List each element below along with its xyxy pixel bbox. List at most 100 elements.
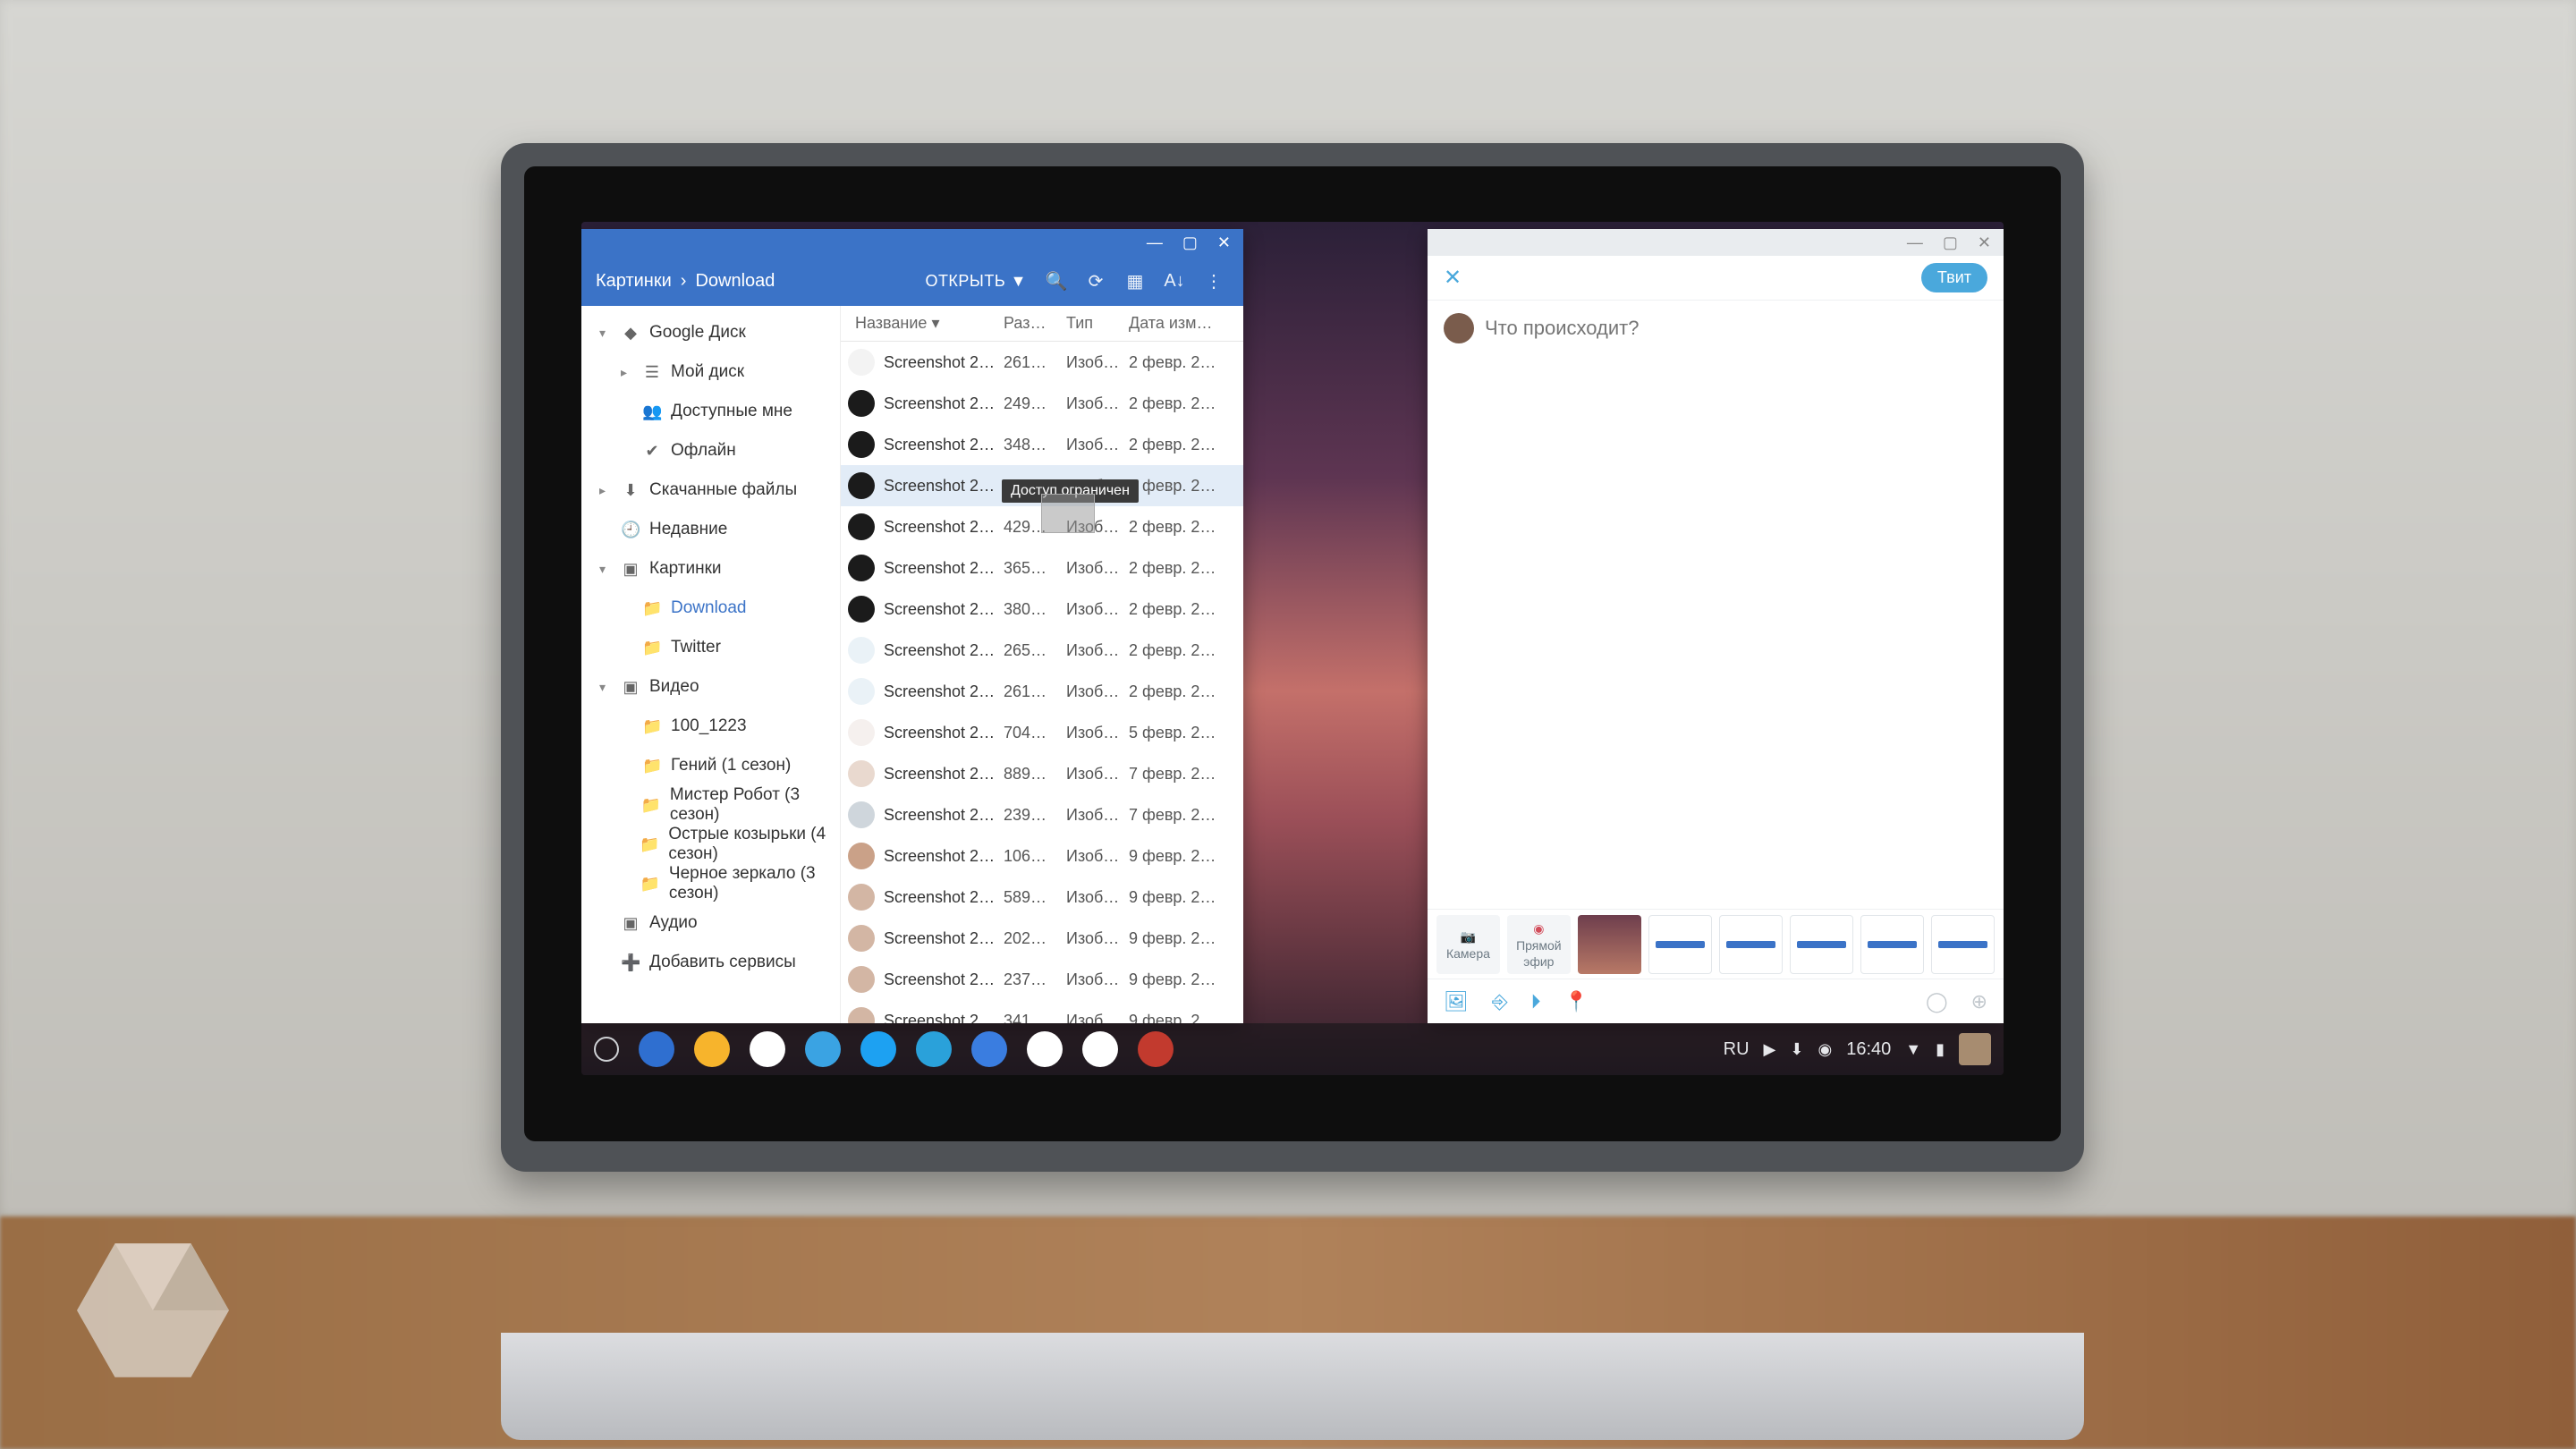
- files-app[interactable]: [639, 1031, 674, 1067]
- search-icon[interactable]: 🔍: [1041, 266, 1072, 296]
- play-tray-icon[interactable]: ▶: [1764, 1040, 1776, 1059]
- file-row[interactable]: Screenshot 2018-02…237…Изоб…9 февр. 2…: [841, 959, 1243, 1000]
- media-thumb[interactable]: [1578, 915, 1641, 974]
- live-cell[interactable]: ◉ Прямой эфир: [1507, 915, 1571, 974]
- sidebar-item[interactable]: 📁Download: [581, 589, 840, 628]
- user-avatar[interactable]: [1959, 1033, 1991, 1065]
- sidebar-item[interactable]: 📁Гений (1 сезон): [581, 746, 840, 785]
- close-button[interactable]: ✕: [1217, 233, 1231, 252]
- file-row[interactable]: Screenshot 2018-02…239…Изоб…7 февр. 2…: [841, 794, 1243, 835]
- system-tray[interactable]: RU ▶ ⬇ ◉ 16:40 ▼ ▮: [1724, 1033, 1991, 1065]
- location-icon[interactable]: 📍: [1564, 990, 1589, 1013]
- file-date: 2 февр. 2…: [1129, 353, 1236, 372]
- download-tray-icon[interactable]: ⬇: [1790, 1040, 1803, 1059]
- sidebar-item[interactable]: ▣Аудио: [581, 903, 840, 943]
- media-thumb[interactable]: [1931, 915, 1995, 974]
- sidebar-item-label: Twitter: [671, 638, 721, 657]
- sidebar-item[interactable]: 📁Черное зеркало (3 сезон): [581, 864, 840, 903]
- thumbnail: [848, 349, 875, 376]
- gif-icon[interactable]: ⎆: [1492, 990, 1508, 1013]
- col-name[interactable]: Название ▾: [848, 314, 1004, 333]
- keep-app[interactable]: [694, 1031, 730, 1067]
- media-thumb[interactable]: [1648, 915, 1712, 974]
- col-date[interactable]: Дата изм…: [1129, 314, 1236, 333]
- file-row[interactable]: Screenshot 2018-02…265…Изоб…2 февр. 2…: [841, 630, 1243, 671]
- sidebar-item[interactable]: 📁Twitter: [581, 628, 840, 667]
- sidebar-item[interactable]: ▾◆Google Диск: [581, 313, 840, 352]
- file-row[interactable]: Screenshot 2018-02…106…Изоб…9 февр. 2…: [841, 835, 1243, 877]
- sidebar-item[interactable]: 📁100_1223: [581, 707, 840, 746]
- file-row[interactable]: Screenshot 2018-02…341…Изоб…9 февр. 2…: [841, 1000, 1243, 1023]
- file-row[interactable]: Screenshot 2018-02…365…Изоб…2 февр. 2…: [841, 547, 1243, 589]
- file-name: Screenshot 2018-02…: [884, 353, 1004, 372]
- lang-indicator[interactable]: RU: [1724, 1039, 1750, 1060]
- sidebar-item[interactable]: ▾▣Видео: [581, 667, 840, 707]
- battery-icon[interactable]: ▮: [1936, 1040, 1945, 1059]
- sidebar-item[interactable]: ▾▣Картинки: [581, 549, 840, 589]
- add-tweet-icon[interactable]: ⊕: [1971, 990, 1987, 1013]
- poll-icon[interactable]: ⏵: [1531, 990, 1541, 1013]
- file-name: Screenshot 2018-02…: [884, 518, 1004, 537]
- minimize-button[interactable]: —: [1907, 233, 1923, 252]
- folder-icon: ☰: [642, 363, 662, 382]
- file-row[interactable]: Screenshot 2018-02…261…Изоб…2 февр. 2…: [841, 671, 1243, 712]
- tweet-button[interactable]: Твит: [1921, 263, 1987, 292]
- sidebar-item[interactable]: ▸☰Мой диск: [581, 352, 840, 392]
- col-type[interactable]: Тип: [1066, 314, 1129, 333]
- sidebar-item[interactable]: 📁Острые козырьки (4 сезон): [581, 825, 840, 864]
- wifi-icon[interactable]: ▼: [1905, 1040, 1921, 1059]
- file-row[interactable]: Screenshot 2018-02…249…Изоб…2 февр. 2…: [841, 383, 1243, 424]
- file-name: Screenshot 2018-02…: [884, 970, 1004, 989]
- sidebar-item[interactable]: 🕘Недавние: [581, 510, 840, 549]
- sidebar-item[interactable]: 📁Мистер Робот (3 сезон): [581, 785, 840, 825]
- sidebar-item[interactable]: ✔Офлайн: [581, 431, 840, 470]
- col-size[interactable]: Раз…: [1004, 314, 1066, 333]
- launcher-button[interactable]: [594, 1037, 619, 1062]
- compose-close-icon[interactable]: ✕: [1444, 265, 1462, 291]
- refresh-icon[interactable]: ⟳: [1080, 266, 1111, 296]
- file-row[interactable]: Screenshot 2018-02…202…Изоб…9 февр. 2…: [841, 918, 1243, 959]
- file-row[interactable]: Screenshot 2018-02…348…Изоб…2 февр. 2…: [841, 424, 1243, 465]
- media-thumb[interactable]: [1860, 915, 1924, 974]
- maximize-button[interactable]: ▢: [1943, 233, 1958, 252]
- file-row[interactable]: Screenshot 2018-02…889…Изоб…7 февр. 2…: [841, 753, 1243, 794]
- view-grid-icon[interactable]: ▦: [1120, 266, 1150, 296]
- sidebar-item-label: Мой диск: [671, 362, 744, 382]
- text-app[interactable]: [1138, 1031, 1174, 1067]
- file-row[interactable]: Screenshot 2018-02…380…Изоб…2 февр. 2…: [841, 589, 1243, 630]
- breadcrumb-item[interactable]: Download: [695, 271, 775, 292]
- file-row[interactable]: Screenshot 2018-02…589…Изоб…9 февр. 2…: [841, 877, 1243, 918]
- sidebar-item[interactable]: ▸⬇Скачанные файлы: [581, 470, 840, 510]
- clock[interactable]: 16:40: [1846, 1039, 1891, 1060]
- play-app[interactable]: [1082, 1031, 1118, 1067]
- maximize-button[interactable]: ▢: [1182, 233, 1198, 252]
- file-name: Screenshot 2018-02…: [884, 806, 1004, 825]
- sort-icon[interactable]: A↓: [1159, 266, 1190, 296]
- breadcrumb[interactable]: Картинки › Download: [596, 271, 911, 292]
- twitter-app[interactable]: [860, 1031, 896, 1067]
- sidebar-item[interactable]: 👥Доступные мне: [581, 392, 840, 431]
- telegram-app[interactable]: [916, 1031, 952, 1067]
- file-date: 2 февр. 2…: [1129, 559, 1236, 578]
- more-icon[interactable]: ⋮: [1199, 266, 1229, 296]
- tweet-input[interactable]: [1485, 313, 1987, 343]
- file-name: Screenshot 2018-02…: [884, 641, 1004, 660]
- breadcrumb-item[interactable]: Картинки: [596, 271, 672, 292]
- file-row[interactable]: Screenshot 2018-02…261…Изоб…2 февр. 2…: [841, 342, 1243, 383]
- minimize-button[interactable]: —: [1147, 233, 1163, 252]
- open-button[interactable]: ОТКРЫТЬ ▼: [919, 272, 1032, 291]
- gmail-app[interactable]: [1027, 1031, 1063, 1067]
- file-type: Изоб…: [1066, 559, 1129, 578]
- chrome-app[interactable]: [750, 1031, 785, 1067]
- camera-cell[interactable]: 📷 Камера: [1436, 915, 1500, 974]
- media-thumb[interactable]: [1790, 915, 1853, 974]
- store-app[interactable]: [805, 1031, 841, 1067]
- media-thumb[interactable]: [1719, 915, 1783, 974]
- image-icon[interactable]: 🖼: [1444, 990, 1469, 1013]
- caret-icon: ▸: [599, 483, 612, 498]
- file-row[interactable]: Screenshot 2018-02…704…Изоб…5 февр. 2…: [841, 712, 1243, 753]
- record-tray-icon[interactable]: ◉: [1818, 1040, 1832, 1059]
- docs-app[interactable]: [971, 1031, 1007, 1067]
- sidebar-item[interactable]: ➕Добавить сервисы: [581, 943, 840, 982]
- close-button[interactable]: ✕: [1978, 233, 1991, 252]
